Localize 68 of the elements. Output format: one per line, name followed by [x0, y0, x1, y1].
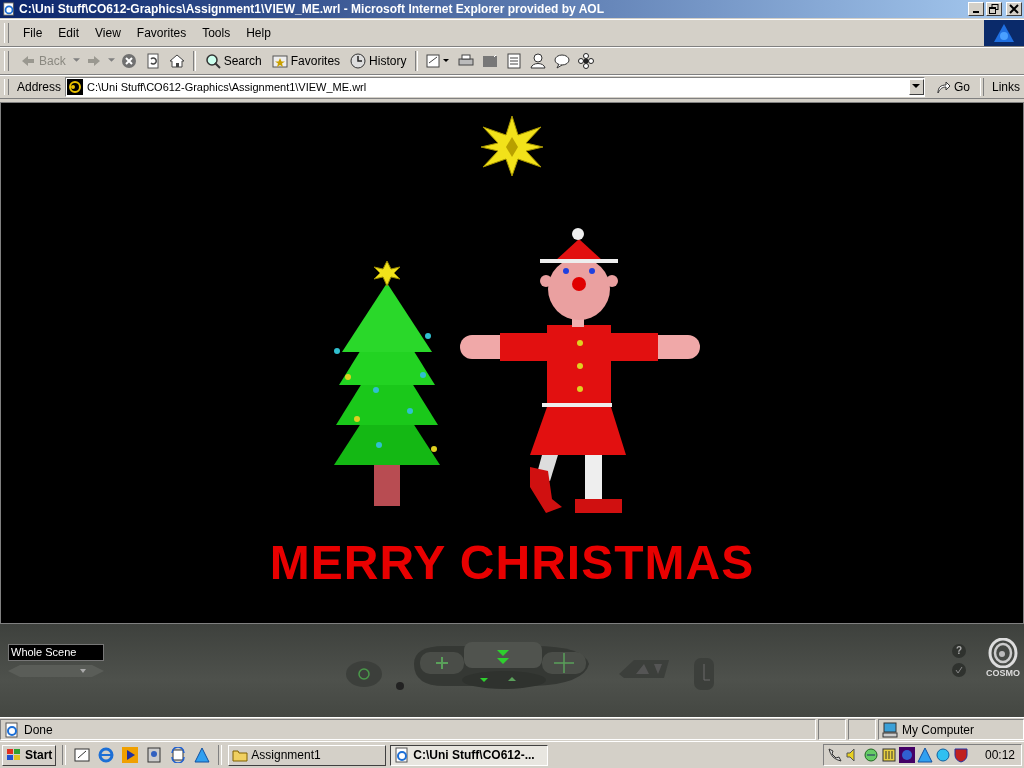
- desktop-icon[interactable]: [74, 747, 91, 764]
- flower-icon[interactable]: [578, 52, 595, 69]
- address-field[interactable]: C:\Uni Stuff\CO612-Graphics\Assignment1\VIEW_ME.wrl: [65, 76, 925, 97]
- page-icon: [394, 747, 411, 764]
- page-icon: [2, 1, 16, 16]
- go-button[interactable]: Go: [928, 78, 976, 95]
- computer-icon: [882, 721, 898, 738]
- refresh-icon[interactable]: [144, 52, 161, 69]
- minimize-button[interactable]: [968, 1, 984, 16]
- restore-icon: [989, 3, 999, 14]
- monitor-icon[interactable]: [146, 747, 163, 764]
- links-button[interactable]: Links: [988, 79, 1024, 94]
- taskbar-task[interactable]: C:\Uni Stuff\CO612-...: [390, 744, 549, 766]
- sync-icon[interactable]: [170, 747, 187, 764]
- menu-item[interactable]: Favorites: [130, 22, 193, 43]
- window-title: C:\Uni Stuff\CO612-Graphics\Assignment1\VIEW_ME.wrl - Microsoft Internet Explorer provided by AOL: [19, 1, 604, 16]
- menu-item[interactable]: Tools: [196, 22, 237, 43]
- close-button[interactable]: [1006, 1, 1022, 16]
- caret-icon[interactable]: [107, 58, 115, 64]
- shield-icon[interactable]: [952, 747, 969, 764]
- clock: 00:12: [984, 748, 1015, 763]
- caret-icon[interactable]: [72, 58, 80, 64]
- star-drawing: [480, 115, 544, 177]
- status-pane: [818, 719, 846, 741]
- triangle-icon[interactable]: [916, 747, 933, 764]
- home-icon[interactable]: [168, 52, 185, 69]
- cosmo-swirl-icon: [988, 637, 1018, 668]
- scene-caption: MERRY CHRISTMAS: [269, 534, 755, 591]
- address-label: Address: [17, 79, 62, 94]
- triangle-icon[interactable]: [194, 747, 211, 764]
- document-icon[interactable]: [506, 52, 523, 69]
- favorites-button[interactable]: Favorites: [268, 49, 344, 72]
- check-button-icon[interactable]: [952, 662, 966, 677]
- media-player-icon[interactable]: [122, 747, 139, 764]
- close-icon: [1009, 3, 1019, 14]
- viewpoint-field[interactable]: Whole Scene: [8, 643, 104, 661]
- taskbar-task[interactable]: Assignment1: [228, 744, 387, 766]
- menu-item[interactable]: Edit: [52, 22, 86, 43]
- restore-button[interactable]: [986, 1, 1002, 16]
- stop-icon[interactable]: [120, 52, 137, 69]
- phone-icon[interactable]: [826, 747, 843, 764]
- cosmo-logo-text: COSMO: [986, 667, 1020, 678]
- status-text: Done: [24, 722, 53, 737]
- search-icon: [204, 52, 221, 69]
- start-button[interactable]: Start: [2, 744, 57, 766]
- menu-item[interactable]: View: [89, 22, 127, 43]
- page-icon: [4, 721, 20, 738]
- windows-logo-icon: [6, 748, 22, 763]
- star-folder-icon: [271, 52, 288, 69]
- dropdown-icon[interactable]: [912, 84, 921, 90]
- menu-item[interactable]: File: [17, 22, 49, 43]
- browser-icon[interactable]: [98, 747, 115, 764]
- zone-text: My Computer: [902, 722, 975, 737]
- person-icon[interactable]: [530, 52, 547, 69]
- page-icon: [67, 78, 84, 95]
- search-button[interactable]: Search: [201, 49, 265, 72]
- menu-item[interactable]: Help: [240, 22, 277, 43]
- history-button[interactable]: History: [347, 49, 410, 72]
- status-pane: [848, 719, 876, 741]
- help-button[interactable]: ?: [952, 643, 966, 658]
- print-icon[interactable]: [458, 52, 475, 69]
- aol-logo-icon: [984, 19, 1024, 46]
- folder-icon: [232, 748, 249, 763]
- network-icon[interactable]: [862, 747, 879, 764]
- globe-icon[interactable]: [898, 747, 915, 764]
- minimize-icon: [973, 11, 979, 14]
- speech-bubble-icon[interactable]: [554, 52, 571, 69]
- clock-icon: [350, 52, 367, 69]
